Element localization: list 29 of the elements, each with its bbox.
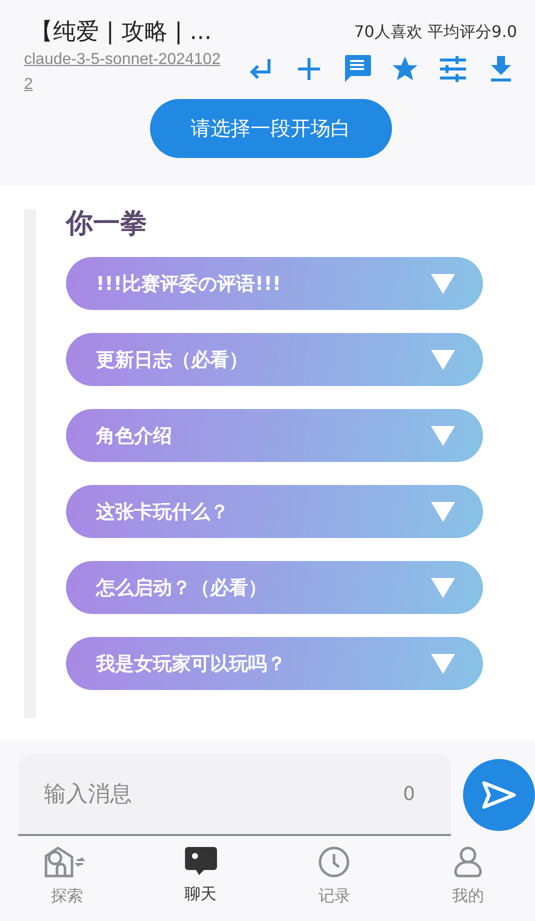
collapsible-section[interactable]: 角色介绍	[66, 409, 483, 462]
expand-arrow-icon	[431, 350, 455, 370]
expand-arrow-icon	[431, 274, 455, 294]
message-input-field[interactable]: 输入消息	[42, 780, 404, 808]
rating-stats: 70人喜欢 平均评分9.0	[354, 22, 517, 43]
chat-icon	[184, 846, 218, 876]
character-count: 0	[403, 783, 416, 805]
collapsible-section[interactable]: 我是女玩家可以玩吗？	[66, 637, 483, 690]
expand-arrow-icon	[431, 502, 455, 522]
send-icon	[482, 781, 516, 809]
nav-tab[interactable]: 聊天	[134, 836, 268, 921]
collapsible-section[interactable]: 更新日志（必看）	[66, 333, 483, 386]
nav-tab[interactable]: 记录	[268, 836, 402, 921]
expand-arrow-icon	[431, 578, 455, 598]
opening-line-button[interactable]: 请选择一段开场白	[150, 99, 392, 158]
nav-tab[interactable]: 探索	[0, 836, 134, 921]
nav-tab[interactable]: 我的	[401, 836, 535, 921]
message-box[interactable]: 输入消息 0	[18, 754, 452, 836]
expand-arrow-icon	[431, 426, 455, 446]
collapsible-section[interactable]: 怎么启动？（必看）	[66, 561, 483, 614]
model-link[interactable]: claude-3-5-sonnet-20241022	[24, 47, 229, 97]
card-title: 【纯爱 | 攻略 | ...	[30, 18, 212, 47]
clock-icon	[318, 846, 350, 878]
section-heading: 你一拳	[66, 207, 147, 241]
collapsible-section[interactable]: 这张卡玩什么？	[66, 485, 483, 538]
settings-icon[interactable]	[437, 53, 469, 85]
person-icon	[453, 846, 484, 878]
expand-arrow-icon	[431, 654, 455, 674]
collapsible-section[interactable]: !!!比赛评委の评语!!!	[66, 257, 483, 310]
